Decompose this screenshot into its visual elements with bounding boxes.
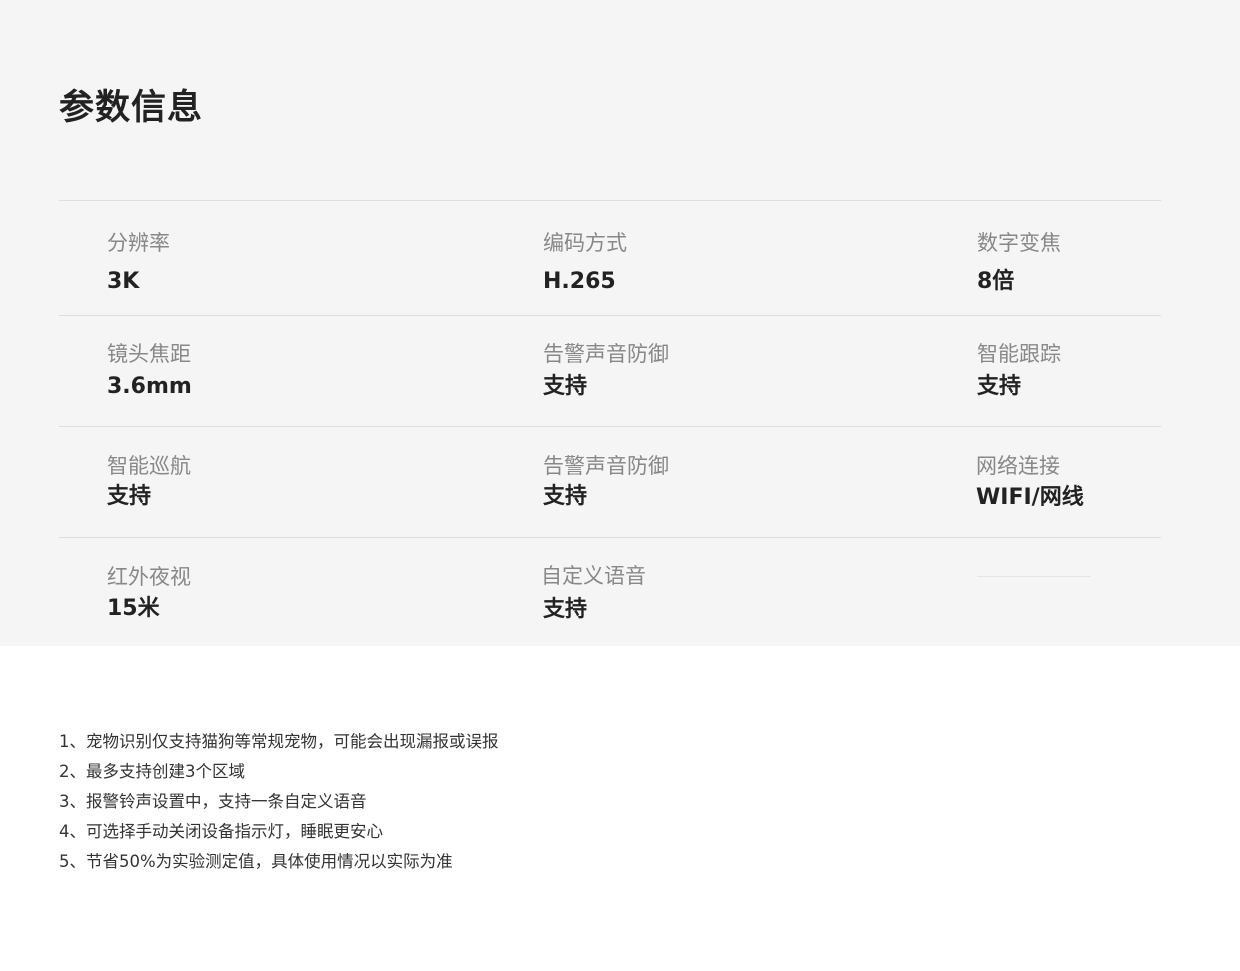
spec-label: 告警声音防御 — [543, 342, 669, 366]
spec-label: 智能巡航 — [107, 454, 191, 478]
spec-cell-resolution: 分辨率 3K — [107, 229, 170, 297]
spec-value: 15米 — [107, 596, 160, 621]
spec-cell-digital-zoom: 数字变焦 8倍 — [977, 229, 1061, 297]
row-divider — [59, 200, 1161, 201]
spec-cell-alarm-sound: 告警声音防御 支持 — [543, 340, 669, 402]
spec-cell-network: 网络连接 WIFI/网线 — [976, 452, 1084, 513]
spec-cell-focal-length: 镜头焦距 3.6mm — [107, 340, 192, 402]
spec-label: 网络连接 — [976, 454, 1060, 478]
spec-label: 分辨率 — [107, 231, 170, 255]
spec-cell-smart-tracking: 智能跟踪 支持 — [977, 340, 1061, 402]
row-divider — [59, 426, 1161, 427]
spec-cell-alarm-sound-2: 告警声音防御 支持 — [543, 452, 669, 512]
spec-label: 告警声音防御 — [543, 454, 669, 478]
spec-value: 支持 — [977, 374, 1022, 399]
spec-value: 8倍 — [977, 269, 1015, 294]
spec-label: 自定义语音 — [541, 564, 646, 588]
spec-value: 支持 — [543, 374, 588, 399]
spec-value: 支持 — [107, 484, 152, 509]
spec-value: 支持 — [543, 597, 588, 622]
spec-value: 3.6mm — [107, 374, 192, 399]
spec-label: 镜头焦距 — [107, 342, 191, 366]
note-item: 1、宠物识别仅支持猫狗等常规宠物，可能会出现漏报或误报 — [59, 732, 499, 751]
note-item: 4、可选择手动关闭设备指示灯，睡眠更安心 — [59, 822, 383, 841]
notes-list: 1、宠物识别仅支持猫狗等常规宠物，可能会出现漏报或误报 2、最多支持创建3个区域… — [59, 727, 499, 877]
spec-value: 3K — [107, 269, 140, 294]
spec-value: H.265 — [543, 269, 616, 294]
spec-value: 支持 — [543, 484, 588, 509]
note-item: 3、报警铃声设置中，支持一条自定义语音 — [59, 792, 367, 811]
spec-label: 智能跟踪 — [977, 342, 1061, 366]
spec-cell-encoding: 编码方式 H.265 — [543, 229, 627, 297]
spec-label: 编码方式 — [543, 231, 627, 255]
spec-label: 数字变焦 — [977, 231, 1061, 255]
section-title: 参数信息 — [59, 88, 204, 128]
empty-cell-line — [977, 576, 1091, 577]
spec-cell-smart-cruise: 智能巡航 支持 — [107, 452, 191, 512]
note-item: 2、最多支持创建3个区域 — [59, 762, 245, 781]
spec-label: 红外夜视 — [107, 565, 191, 589]
parameters-section: 参数信息 分辨率 3K 编码方式 H.265 数字变焦 8倍 镜头焦距 3.6m… — [0, 0, 1240, 646]
note-item: 5、节省50%为实验测定值，具体使用情况以实际为准 — [59, 852, 453, 871]
spec-cell-custom-voice: 自定义语音 支持 — [541, 562, 646, 625]
spec-cell-infrared: 红外夜视 15米 — [107, 563, 191, 624]
row-divider — [59, 315, 1161, 316]
spec-value: WIFI/网线 — [976, 485, 1084, 510]
row-divider — [59, 537, 1161, 538]
